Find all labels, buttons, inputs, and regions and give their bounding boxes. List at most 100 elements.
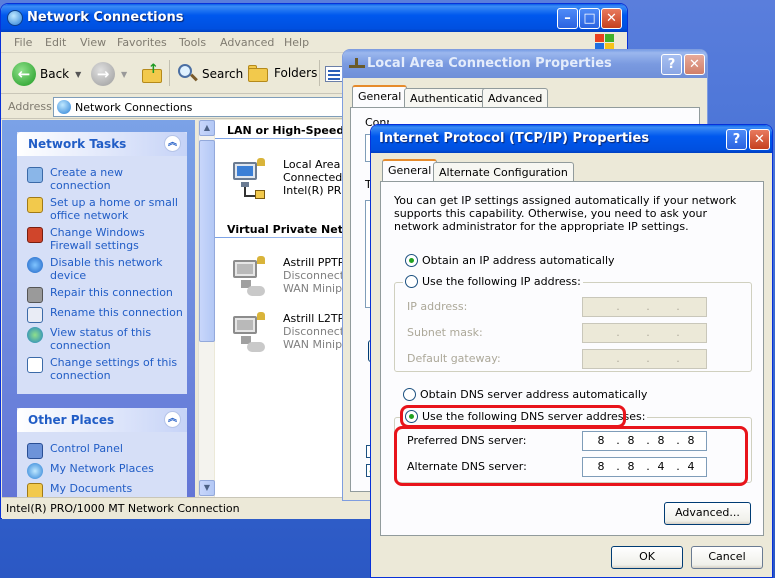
- new-connection-icon: [27, 167, 43, 183]
- dialog-title: Local Area Connection Properties: [367, 56, 612, 71]
- control-panel-icon: [27, 443, 43, 459]
- close-button[interactable]: ✕: [749, 129, 770, 150]
- back-dropdown-icon[interactable]: ▼: [75, 70, 81, 79]
- minimize-button[interactable]: –: [557, 8, 578, 29]
- place-my-network-places[interactable]: My Network Places: [27, 462, 185, 479]
- search-button[interactable]: Search: [176, 63, 243, 85]
- group-vpn: Virtual Private Netwo: [227, 223, 361, 236]
- firewall-icon: [27, 227, 43, 243]
- menu-tools[interactable]: Tools: [179, 36, 206, 49]
- close-button[interactable]: ✕: [601, 8, 622, 29]
- back-arrow-icon: ←: [12, 62, 36, 86]
- up-folder-button[interactable]: ↑: [141, 62, 163, 84]
- radio-selected-icon: [405, 254, 418, 267]
- task-create-connection[interactable]: Create a new connection: [27, 166, 185, 192]
- other-places-title: Other Places: [28, 413, 115, 427]
- tab-alternate-configuration[interactable]: Alternate Configuration: [433, 162, 574, 182]
- tcpip-titlebar[interactable]: Internet Protocol (TCP/IP) Properties ? …: [371, 125, 772, 153]
- other-places-header[interactable]: Other Places ︽: [17, 408, 187, 432]
- folders-label: Folders: [274, 66, 318, 80]
- default-gateway-input[interactable]: ...: [582, 349, 707, 369]
- address-value: Network Connections: [75, 101, 193, 114]
- help-button[interactable]: ?: [661, 54, 682, 75]
- task-label: Disable this network device: [50, 256, 163, 282]
- task-label: Change Windows Firewall settings: [50, 226, 145, 252]
- ip-address-input[interactable]: ...: [582, 297, 707, 317]
- ip-address-label: IP address:: [407, 300, 468, 313]
- scroll-up-icon[interactable]: ▲: [199, 120, 215, 136]
- task-label: Set up a home or small office network: [50, 196, 178, 222]
- menu-view[interactable]: View: [80, 36, 106, 49]
- group-lan: LAN or High-Speed Ir: [227, 124, 358, 137]
- task-pane: Network Tasks ︽ Create a new connection …: [2, 120, 195, 497]
- settings-icon: [27, 357, 43, 373]
- window-title: Network Connections: [27, 10, 184, 25]
- radio-obtain-dns-auto[interactable]: Obtain DNS server address automatically: [403, 388, 647, 401]
- task-label: Rename this connection: [50, 306, 183, 319]
- dialog-title: Internet Protocol (TCP/IP) Properties: [379, 131, 650, 146]
- scroll-thumb[interactable]: [199, 140, 215, 342]
- address-label: Address: [8, 100, 52, 113]
- rename-icon: [27, 307, 43, 323]
- radio-use-following-ip[interactable]: Use the following IP address:: [403, 275, 583, 288]
- highlight-dns-fields: [394, 426, 748, 486]
- radio-label: Obtain an IP address automatically: [422, 254, 615, 267]
- task-rename-connection[interactable]: Rename this connection: [27, 306, 185, 323]
- tab-general[interactable]: General: [382, 159, 438, 182]
- vpn-connection-icon: [231, 312, 267, 356]
- radio-unselected-icon: [405, 275, 418, 288]
- network-tasks-header[interactable]: Network Tasks ︽: [17, 132, 187, 156]
- menu-file[interactable]: File: [14, 36, 32, 49]
- radio-unselected-icon: [403, 388, 416, 401]
- task-disable-device[interactable]: Disable this network device: [27, 256, 185, 282]
- place-control-panel[interactable]: Control Panel: [27, 442, 185, 459]
- menu-favorites[interactable]: Favorites: [117, 36, 167, 49]
- cancel-button[interactable]: Cancel: [691, 546, 763, 569]
- network-connections-icon: [57, 100, 71, 114]
- subnet-mask-input[interactable]: ...: [582, 323, 707, 343]
- task-view-status[interactable]: View status of this connection: [27, 326, 185, 352]
- task-change-settings[interactable]: Change settings of this connection: [27, 356, 185, 382]
- search-label: Search: [202, 67, 244, 81]
- back-button[interactable]: ← Back ▼: [12, 62, 81, 86]
- task-label: Repair this connection: [50, 286, 173, 299]
- network-tasks-panel: Network Tasks ︽ Create a new connection …: [17, 132, 187, 394]
- explorer-titlebar[interactable]: Network Connections – □ ✕: [1, 4, 627, 32]
- task-pane-scrollbar[interactable]: ▲ ▼: [198, 120, 215, 497]
- menu-edit[interactable]: Edit: [45, 36, 66, 49]
- network-connection-icon: [231, 158, 267, 202]
- network-plug-icon: [349, 58, 365, 70]
- tab-general[interactable]: General: [352, 85, 408, 108]
- close-button[interactable]: ✕: [684, 54, 705, 75]
- radio-label: Obtain DNS server address automatically: [420, 388, 648, 401]
- network-places-icon: [27, 463, 43, 479]
- advanced-button[interactable]: Advanced...: [664, 502, 751, 525]
- network-tasks-title: Network Tasks: [28, 137, 127, 151]
- collapse-chevron-icon[interactable]: ︽: [164, 411, 181, 428]
- task-label: Change settings of this connection: [50, 356, 178, 382]
- lacp-titlebar[interactable]: Local Area Connection Properties ? ✕: [343, 50, 707, 78]
- radio-obtain-ip-auto[interactable]: Obtain an IP address automatically: [405, 254, 615, 267]
- forward-dropdown-icon[interactable]: ▼: [121, 70, 127, 79]
- task-setup-home-network[interactable]: Set up a home or small office network: [27, 196, 185, 222]
- forward-button[interactable]: → ▼: [91, 62, 127, 86]
- task-label: Create a new connection: [50, 166, 124, 192]
- folders-button[interactable]: Folders: [248, 63, 317, 83]
- scroll-down-icon[interactable]: ▼: [199, 480, 215, 496]
- views-icon[interactable]: [325, 66, 343, 82]
- menu-help[interactable]: Help: [284, 36, 309, 49]
- back-label: Back: [40, 67, 70, 81]
- task-repair-connection[interactable]: Repair this connection: [27, 286, 185, 303]
- maximize-button[interactable]: □: [579, 8, 600, 29]
- help-button[interactable]: ?: [726, 129, 747, 150]
- collapse-chevron-icon[interactable]: ︽: [164, 135, 181, 152]
- default-gateway-label: Default gateway:: [407, 352, 501, 365]
- menu-advanced[interactable]: Advanced: [220, 36, 274, 49]
- task-firewall-settings[interactable]: Change Windows Firewall settings: [27, 226, 185, 252]
- place-my-documents[interactable]: My Documents: [27, 482, 185, 497]
- tab-advanced[interactable]: Advanced: [482, 88, 549, 108]
- home-network-icon: [27, 197, 43, 213]
- intro-text: You can get IP settings assigned automat…: [394, 194, 737, 233]
- ok-button[interactable]: OK: [611, 546, 683, 569]
- wrench-icon: [27, 287, 43, 303]
